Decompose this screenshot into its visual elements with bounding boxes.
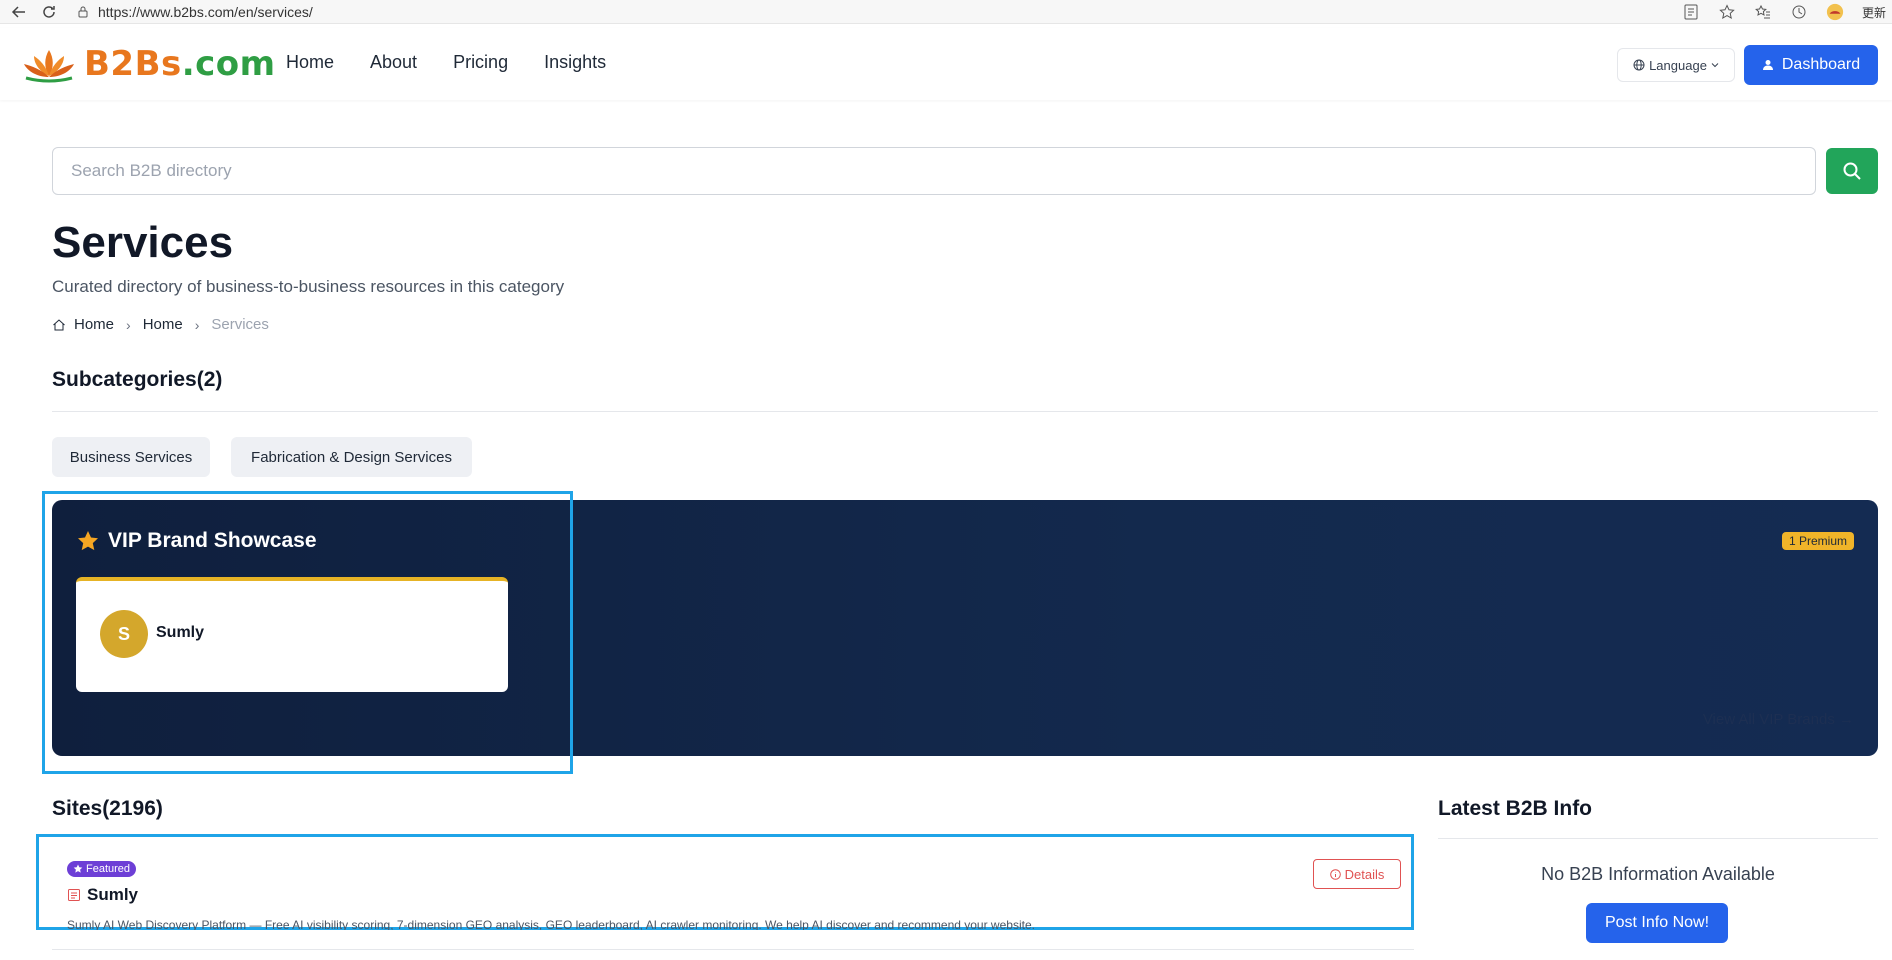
breadcrumb-current: Services (211, 316, 269, 333)
nav-pricing[interactable]: Pricing (453, 52, 508, 73)
page-title: Services (52, 218, 234, 267)
chevron-right-icon: › (194, 316, 200, 333)
update-button[interactable]: 更新 (1862, 4, 1886, 21)
subcategory-chip-business-services[interactable]: Business Services (52, 437, 210, 477)
document-icon (68, 889, 80, 901)
breadcrumb: Home › Home › Services (52, 316, 269, 333)
featured-badge: Featured (67, 861, 137, 877)
star-icon (73, 864, 83, 873)
breadcrumb-home-2[interactable]: Home (143, 316, 183, 333)
site-name[interactable]: Sumly (87, 885, 138, 905)
chevron-down-icon (1711, 63, 1719, 68)
divider (1438, 838, 1878, 839)
favorite-star-icon[interactable] (1718, 3, 1736, 21)
nav-insights[interactable]: Insights (544, 52, 606, 73)
highlight-box (42, 491, 573, 774)
post-info-button[interactable]: Post Info Now! (1586, 903, 1728, 943)
details-label: Details (1344, 866, 1385, 882)
page-subtitle: Curated directory of business-to-busines… (52, 277, 565, 296)
sites-title: Sites(2196) (52, 797, 163, 820)
divider (52, 949, 1414, 950)
lock-icon (78, 6, 88, 18)
divider (52, 411, 1878, 412)
site-header: B2Bs.com Home About Pricing Insights Lan… (0, 28, 1892, 100)
logo-main-text: B2Bs (84, 44, 182, 84)
search-button[interactable] (1826, 148, 1878, 194)
premium-count-badge: 1 Premium (1781, 532, 1854, 550)
home-icon (53, 318, 65, 330)
info-icon (1329, 868, 1341, 880)
history-icon[interactable] (1790, 3, 1808, 21)
url-text: https://www.b2bs.com/en/services/ (98, 4, 313, 20)
site-logo[interactable]: B2Bs.com (20, 44, 276, 84)
site-listing-card[interactable]: Featured Sumly Sumly AI Web Discovery Pl… (36, 834, 1414, 930)
nav-home[interactable]: Home (286, 52, 334, 73)
chevron-right-icon: › (126, 316, 131, 333)
latest-info-empty: No B2B Information Available (1541, 864, 1775, 884)
language-label: Language (1649, 57, 1707, 73)
search-input[interactable] (52, 147, 1816, 195)
main-nav: Home About Pricing Insights (286, 52, 606, 73)
search-icon (1843, 162, 1861, 180)
language-dropdown[interactable]: Language (1617, 48, 1735, 82)
dashboard-button[interactable]: Dashboard (1744, 45, 1878, 85)
breadcrumb-home[interactable]: Home (74, 316, 114, 333)
nav-about[interactable]: About (370, 52, 417, 73)
lotus-logo-icon (24, 50, 74, 83)
reader-mode-icon[interactable] (1682, 3, 1700, 21)
view-all-vip-link[interactable]: View All VIP Brands → (1703, 711, 1854, 728)
user-icon (1762, 60, 1773, 70)
featured-label: Featured (86, 863, 131, 875)
reload-icon[interactable] (38, 1, 60, 23)
globe-icon (1633, 59, 1645, 71)
details-button[interactable]: Details (1313, 859, 1401, 889)
favorites-list-icon[interactable] (1754, 3, 1772, 21)
site-description: Sumly AI Web Discovery Platform — Free A… (67, 918, 1035, 930)
site-name-row: Sumly (67, 885, 138, 905)
dashboard-label: Dashboard (1781, 56, 1861, 73)
back-icon[interactable] (8, 1, 30, 23)
subcategory-chip-fabrication-design[interactable]: Fabrication & Design Services (231, 437, 472, 477)
logo-suffix-text: .com (181, 44, 276, 84)
browser-toolbar: https://www.b2bs.com/en/services/ 更新 (0, 0, 1892, 24)
subcategories-title: Subcategories(2) (52, 368, 223, 391)
latest-info-title: Latest B2B Info (1438, 797, 1593, 820)
profile-avatar-icon[interactable] (1826, 3, 1844, 21)
address-bar[interactable]: https://www.b2bs.com/en/services/ (76, 0, 1676, 24)
